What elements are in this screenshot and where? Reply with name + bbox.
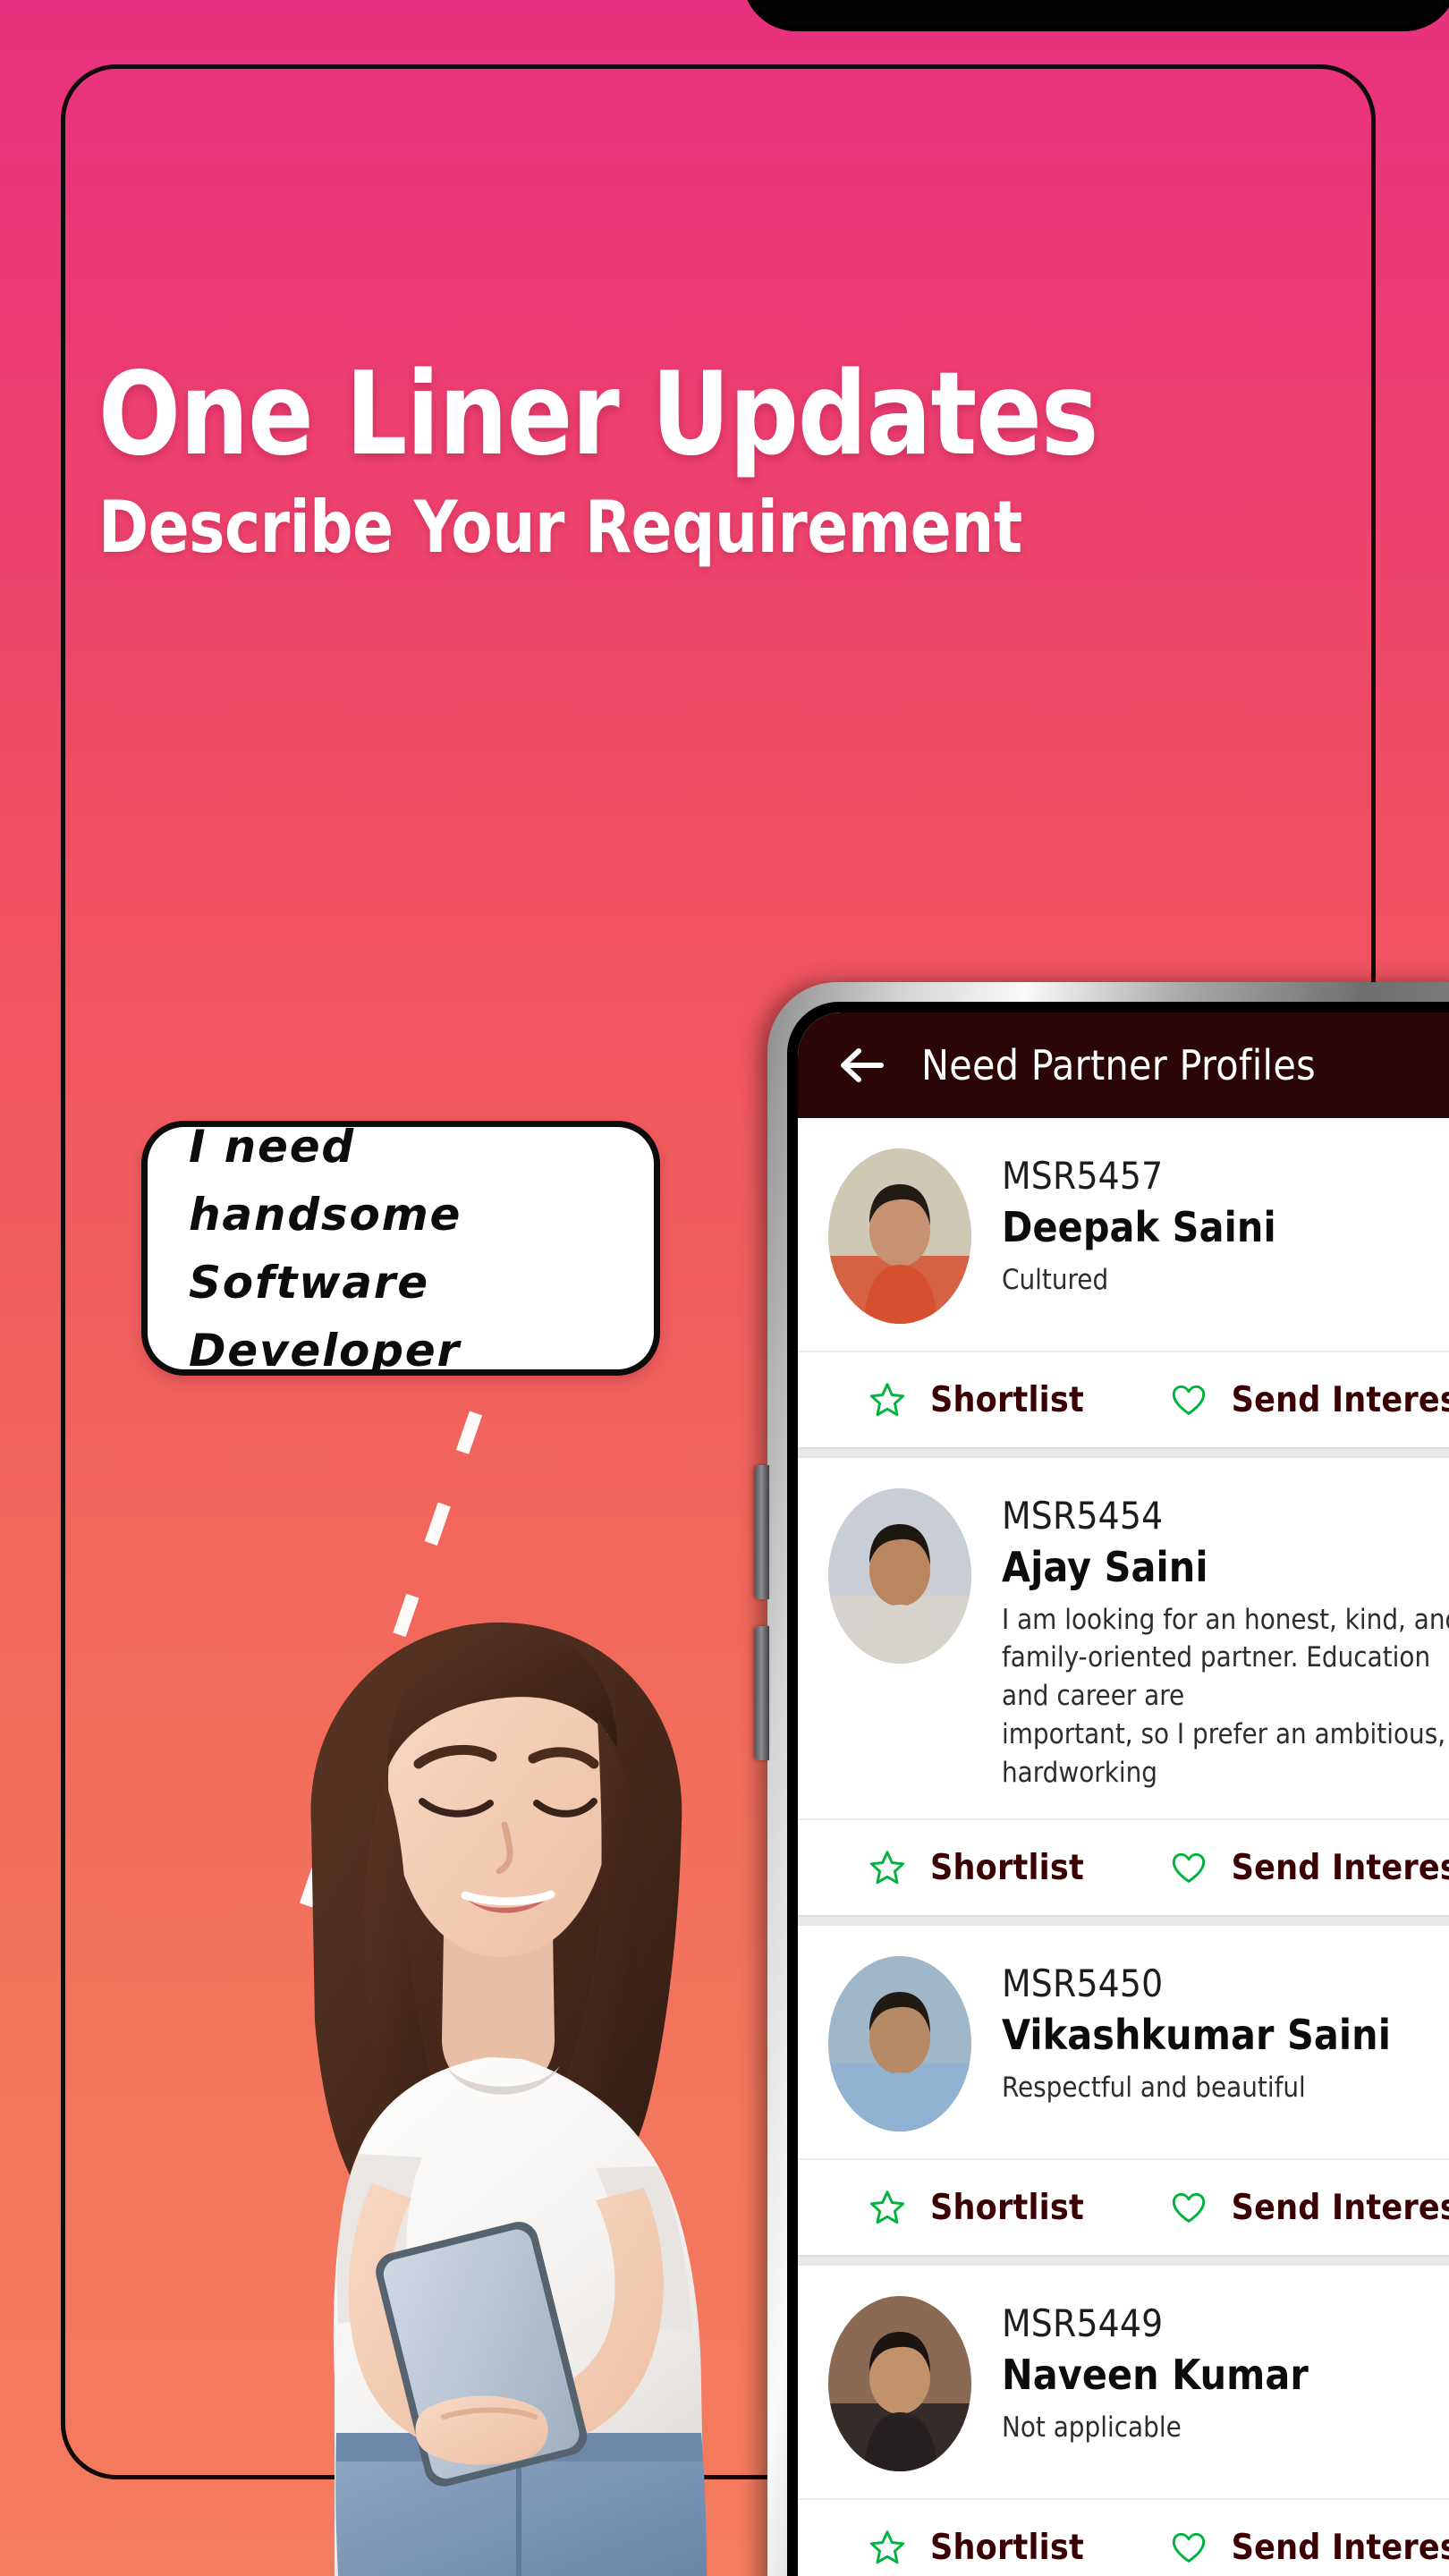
profile-id: MSR5449 — [1002, 2301, 1164, 2346]
avatar-photo — [828, 1956, 971, 2132]
avatar — [828, 1148, 971, 1324]
profile-text: MSR5450 Vikashkumar Saini Respectful and… — [1002, 1956, 1449, 2106]
profile-card-body: MSR5457 Deepak Saini Cultured — [798, 1118, 1449, 1351]
profile-name: Vikashkumar Saini — [1002, 2011, 1392, 2060]
heart-outline-icon — [1172, 2193, 1205, 2224]
profile-card[interactable]: MSR5449 Naveen Kumar Not applicable Shor… — [798, 2266, 1449, 2576]
promo-canvas: One Liner Updates Describe Your Requirem… — [0, 0, 1449, 2576]
avatar-photo — [828, 2296, 971, 2472]
star-outline-icon — [869, 2530, 905, 2564]
star-outline-icon — [869, 1383, 905, 1417]
profile-card[interactable]: MSR5454 Ajay Saini I am looking for an h… — [798, 1458, 1449, 1916]
profile-id: MSR5457 — [1002, 1154, 1164, 1198]
heart-outline-icon — [1172, 1853, 1205, 1884]
profile-description: Not applicable — [1002, 2411, 1182, 2445]
profile-list[interactable]: MSR5457 Deepak Saini Cultured Shortlist … — [798, 1118, 1449, 2576]
profile-text: MSR5449 Naveen Kumar Not applicable — [1002, 2296, 1449, 2446]
heart-outline-icon — [1172, 2533, 1205, 2563]
avatar — [828, 2296, 971, 2472]
top-phone-mockup — [738, 0, 1449, 31]
app-phone-frame: Need Partner Profiles MSR5457 Deepak Sai… — [787, 1002, 1449, 2576]
woman-with-phone-illustration — [310, 1623, 707, 2576]
app-title: Need Partner Profiles — [921, 1041, 1316, 1089]
profile-name: Deepak Saini — [1002, 1202, 1276, 1251]
send-interest-button[interactable]: Send Interest — [1099, 1352, 1449, 1447]
shortlist-button[interactable]: Shortlist — [798, 2500, 1099, 2576]
profile-id: MSR5454 — [1002, 1494, 1164, 1538]
profile-description: I am looking for an honest, kind, and fa… — [1002, 1603, 1449, 1789]
send-interest-button[interactable]: Send Interest — [1099, 2160, 1449, 2255]
speech-bubble-line-2: Software Developer — [189, 1256, 461, 1377]
app-phone-mockup: Need Partner Profiles MSR5457 Deepak Sai… — [755, 982, 1449, 2576]
profile-text: MSR5457 Deepak Saini Cultured — [1002, 1148, 1449, 1299]
top-phone-screen — [749, 0, 1449, 25]
profile-description: Cultured — [1002, 1263, 1109, 1296]
shortlist-button[interactable]: Shortlist — [798, 1820, 1099, 1915]
profile-id: MSR5450 — [1002, 1962, 1164, 2006]
page-subtitle: Describe Your Requirement — [98, 486, 1022, 569]
shortlist-button[interactable]: Shortlist — [798, 2160, 1099, 2255]
shortlist-label: Shortlist — [930, 1847, 1084, 1888]
send-interest-label: Send Interest — [1231, 1847, 1449, 1888]
shortlist-label: Shortlist — [930, 2527, 1084, 2568]
profile-text: MSR5454 Ajay Saini I am looking for an h… — [1002, 1488, 1449, 1792]
profile-card-body: MSR5450 Vikashkumar Saini Respectful and… — [798, 1926, 1449, 2158]
send-interest-label: Send Interest — [1231, 1379, 1449, 1420]
heart-outline-icon — [1172, 1385, 1205, 1415]
profile-card-actions: Shortlist Send Interest — [798, 2158, 1449, 2255]
speech-bubble: I need handsome Software Developer — [141, 1121, 660, 1377]
profile-description: Respectful and beautiful — [1002, 2072, 1306, 2105]
arrow-left-icon[interactable] — [839, 1046, 886, 1085]
volume-up-button[interactable] — [755, 1465, 769, 1599]
dashed-connector-line — [299, 1411, 483, 1908]
shortlist-label: Shortlist — [930, 1379, 1084, 1420]
speech-bubble-line-1: I need handsome — [189, 1120, 462, 1241]
send-interest-label: Send Interest — [1231, 2187, 1449, 2228]
volume-down-button[interactable] — [755, 1626, 769, 1760]
profile-card-actions: Shortlist Send Interest — [798, 1818, 1449, 1915]
star-outline-icon — [869, 1851, 905, 1885]
profile-name: Ajay Saini — [1002, 1542, 1208, 1591]
shortlist-button[interactable]: Shortlist — [798, 1352, 1099, 1447]
avatar-photo — [828, 1488, 971, 1664]
profile-card-body: MSR5449 Naveen Kumar Not applicable — [798, 2266, 1449, 2498]
avatar — [828, 1956, 971, 2132]
star-outline-icon — [869, 2190, 905, 2224]
send-interest-button[interactable]: Send Interest — [1099, 1820, 1449, 1915]
profile-card-actions: Shortlist Send Interest — [798, 2498, 1449, 2576]
send-interest-label: Send Interest — [1231, 2527, 1449, 2568]
profile-card-body: MSR5454 Ajay Saini I am looking for an h… — [798, 1458, 1449, 1818]
profile-name: Naveen Kumar — [1002, 2351, 1309, 2400]
profile-card[interactable]: MSR5457 Deepak Saini Cultured Shortlist … — [798, 1118, 1449, 1447]
avatar-photo — [828, 1148, 971, 1324]
app-screen: Need Partner Profiles MSR5457 Deepak Sai… — [798, 1013, 1449, 2576]
page-title: One Liner Updates — [98, 348, 1098, 481]
shortlist-label: Shortlist — [930, 2187, 1084, 2228]
profile-card[interactable]: MSR5450 Vikashkumar Saini Respectful and… — [798, 1926, 1449, 2256]
app-header: Need Partner Profiles — [798, 1013, 1449, 1118]
send-interest-button[interactable]: Send Interest — [1099, 2500, 1449, 2576]
avatar — [828, 1488, 971, 1664]
promo-headline-block: One Liner Updates Describe Your Requirem… — [98, 358, 1351, 564]
profile-card-actions: Shortlist Send Interest — [798, 1351, 1449, 1447]
